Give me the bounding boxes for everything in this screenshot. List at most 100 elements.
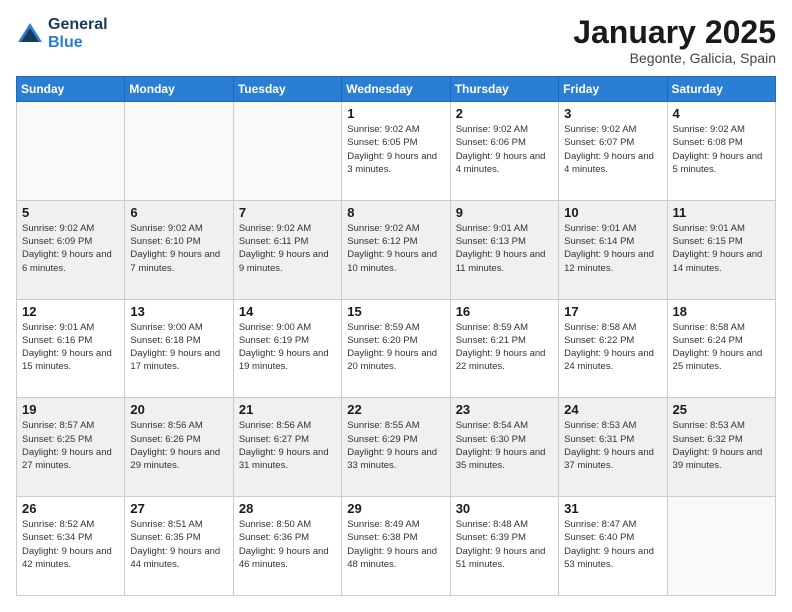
header: General Blue January 2025 Begonte, Galic… <box>16 16 776 66</box>
day-number: 28 <box>239 501 336 516</box>
calendar-cell: 19Sunrise: 8:57 AMSunset: 6:25 PMDayligh… <box>17 398 125 497</box>
week-row-1: 1 Sunrise: 9:02 AMSunset: 6:05 PMDaylight… <box>17 102 776 201</box>
calendar-cell: 13 Sunrise: 9:00 AMSunset: 6:18 PMDayligh… <box>125 299 233 398</box>
day-info: Sunrise: 9:01 AMSunset: 6:15 PMDaylight:… <box>673 222 770 275</box>
weekday-header-saturday: Saturday <box>667 77 775 102</box>
day-number: 15 <box>347 304 444 319</box>
day-info: Sunrise: 9:02 AMSunset: 6:09 PMDaylight:… <box>22 222 119 275</box>
day-number: 13 <box>130 304 227 319</box>
day-info: Sunrise: 8:48 AMSunset: 6:39 PMDaylight:… <box>456 518 553 571</box>
logo-text: General Blue <box>48 16 108 51</box>
day-number: 2 <box>456 106 553 121</box>
day-info: Sunrise: 9:02 AMSunset: 6:06 PMDaylight:… <box>456 123 553 176</box>
calendar-cell: 27 Sunrise: 8:51 AMSunset: 6:35 PMDayligh… <box>125 497 233 596</box>
day-number: 4 <box>673 106 770 121</box>
day-info: Sunrise: 9:02 AMSunset: 6:12 PMDaylight:… <box>347 222 444 275</box>
day-number: 25 <box>673 402 770 417</box>
week-row-4: 19Sunrise: 8:57 AMSunset: 6:25 PMDayligh… <box>17 398 776 497</box>
day-number: 1 <box>347 106 444 121</box>
calendar-cell: 1 Sunrise: 9:02 AMSunset: 6:05 PMDaylight… <box>342 102 450 201</box>
day-number: 21 <box>239 402 336 417</box>
day-info: Sunrise: 8:58 AMSunset: 6:22 PMDaylight:… <box>564 321 661 374</box>
day-number: 23 <box>456 402 553 417</box>
day-info: Sunrise: 8:52 AMSunset: 6:34 PMDaylight:… <box>22 518 119 571</box>
day-info: Sunrise: 8:55 AMSunset: 6:29 PMDaylight:… <box>347 419 444 472</box>
calendar-cell: 5Sunrise: 9:02 AMSunset: 6:09 PMDaylight… <box>17 200 125 299</box>
calendar-cell: 23 Sunrise: 8:54 AMSunset: 6:30 PMDayligh… <box>450 398 558 497</box>
logo: General Blue <box>16 16 108 51</box>
calendar-cell: 17Sunrise: 8:58 AMSunset: 6:22 PMDayligh… <box>559 299 667 398</box>
calendar-cell: 14Sunrise: 9:00 AMSunset: 6:19 PMDayligh… <box>233 299 341 398</box>
day-info: Sunrise: 9:02 AMSunset: 6:11 PMDaylight:… <box>239 222 336 275</box>
day-number: 19 <box>22 402 119 417</box>
calendar-cell <box>17 102 125 201</box>
calendar-cell <box>667 497 775 596</box>
weekday-header-sunday: Sunday <box>17 77 125 102</box>
day-number: 12 <box>22 304 119 319</box>
page: General Blue January 2025 Begonte, Galic… <box>0 0 792 612</box>
day-info: Sunrise: 8:58 AMSunset: 6:24 PMDaylight:… <box>673 321 770 374</box>
calendar-cell <box>233 102 341 201</box>
day-info: Sunrise: 9:00 AMSunset: 6:19 PMDaylight:… <box>239 321 336 374</box>
week-row-2: 5Sunrise: 9:02 AMSunset: 6:09 PMDaylight… <box>17 200 776 299</box>
day-info: Sunrise: 9:02 AMSunset: 6:05 PMDaylight:… <box>347 123 444 176</box>
day-number: 7 <box>239 205 336 220</box>
day-info: Sunrise: 9:01 AMSunset: 6:16 PMDaylight:… <box>22 321 119 374</box>
calendar-cell: 24 Sunrise: 8:53 AMSunset: 6:31 PMDayligh… <box>559 398 667 497</box>
day-number: 11 <box>673 205 770 220</box>
day-info: Sunrise: 8:59 AMSunset: 6:21 PMDaylight:… <box>456 321 553 374</box>
title-block: January 2025 Begonte, Galicia, Spain <box>573 16 776 66</box>
day-info: Sunrise: 8:50 AMSunset: 6:36 PMDaylight:… <box>239 518 336 571</box>
calendar-cell: 26Sunrise: 8:52 AMSunset: 6:34 PMDayligh… <box>17 497 125 596</box>
calendar-cell: 9Sunrise: 9:01 AMSunset: 6:13 PMDaylight… <box>450 200 558 299</box>
day-number: 31 <box>564 501 661 516</box>
day-info: Sunrise: 9:01 AMSunset: 6:14 PMDaylight:… <box>564 222 661 275</box>
day-number: 29 <box>347 501 444 516</box>
day-info: Sunrise: 9:02 AMSunset: 6:08 PMDaylight:… <box>673 123 770 176</box>
calendar-cell: 28 Sunrise: 8:50 AMSunset: 6:36 PMDayligh… <box>233 497 341 596</box>
day-number: 24 <box>564 402 661 417</box>
calendar-cell: 29Sunrise: 8:49 AMSunset: 6:38 PMDayligh… <box>342 497 450 596</box>
calendar-cell: 7 Sunrise: 9:02 AMSunset: 6:11 PMDaylight… <box>233 200 341 299</box>
day-number: 16 <box>456 304 553 319</box>
logo-icon <box>16 20 44 48</box>
weekday-header-friday: Friday <box>559 77 667 102</box>
day-info: Sunrise: 8:56 AMSunset: 6:27 PMDaylight:… <box>239 419 336 472</box>
day-info: Sunrise: 8:51 AMSunset: 6:35 PMDaylight:… <box>130 518 227 571</box>
weekday-header-wednesday: Wednesday <box>342 77 450 102</box>
day-info: Sunrise: 8:53 AMSunset: 6:31 PMDaylight:… <box>564 419 661 472</box>
day-number: 22 <box>347 402 444 417</box>
day-info: Sunrise: 9:02 AMSunset: 6:10 PMDaylight:… <box>130 222 227 275</box>
weekday-header-row: SundayMondayTuesdayWednesdayThursdayFrid… <box>17 77 776 102</box>
day-info: Sunrise: 8:59 AMSunset: 6:20 PMDaylight:… <box>347 321 444 374</box>
day-number: 20 <box>130 402 227 417</box>
calendar-cell: 20Sunrise: 8:56 AMSunset: 6:26 PMDayligh… <box>125 398 233 497</box>
calendar-cell: 3Sunrise: 9:02 AMSunset: 6:07 PMDaylight… <box>559 102 667 201</box>
weekday-header-thursday: Thursday <box>450 77 558 102</box>
calendar-cell: 4 Sunrise: 9:02 AMSunset: 6:08 PMDaylight… <box>667 102 775 201</box>
calendar-cell: 11 Sunrise: 9:01 AMSunset: 6:15 PMDayligh… <box>667 200 775 299</box>
month-title: January 2025 <box>573 16 776 48</box>
calendar-cell: 31 Sunrise: 8:47 AMSunset: 6:40 PMDayligh… <box>559 497 667 596</box>
day-info: Sunrise: 8:54 AMSunset: 6:30 PMDaylight:… <box>456 419 553 472</box>
weekday-header-monday: Monday <box>125 77 233 102</box>
day-number: 10 <box>564 205 661 220</box>
calendar-cell: 22 Sunrise: 8:55 AMSunset: 6:29 PMDayligh… <box>342 398 450 497</box>
calendar-table: SundayMondayTuesdayWednesdayThursdayFrid… <box>16 76 776 596</box>
day-info: Sunrise: 8:53 AMSunset: 6:32 PMDaylight:… <box>673 419 770 472</box>
day-number: 6 <box>130 205 227 220</box>
week-row-3: 12 Sunrise: 9:01 AMSunset: 6:16 PMDayligh… <box>17 299 776 398</box>
day-number: 8 <box>347 205 444 220</box>
day-number: 3 <box>564 106 661 121</box>
day-info: Sunrise: 9:00 AMSunset: 6:18 PMDaylight:… <box>130 321 227 374</box>
week-row-5: 26Sunrise: 8:52 AMSunset: 6:34 PMDayligh… <box>17 497 776 596</box>
calendar-cell: 16 Sunrise: 8:59 AMSunset: 6:21 PMDayligh… <box>450 299 558 398</box>
day-info: Sunrise: 8:47 AMSunset: 6:40 PMDaylight:… <box>564 518 661 571</box>
calendar-cell: 12 Sunrise: 9:01 AMSunset: 6:16 PMDayligh… <box>17 299 125 398</box>
calendar-cell: 2 Sunrise: 9:02 AMSunset: 6:06 PMDaylight… <box>450 102 558 201</box>
day-number: 27 <box>130 501 227 516</box>
calendar-cell: 10 Sunrise: 9:01 AMSunset: 6:14 PMDayligh… <box>559 200 667 299</box>
calendar-cell: 18Sunrise: 8:58 AMSunset: 6:24 PMDayligh… <box>667 299 775 398</box>
location: Begonte, Galicia, Spain <box>573 50 776 66</box>
day-number: 9 <box>456 205 553 220</box>
